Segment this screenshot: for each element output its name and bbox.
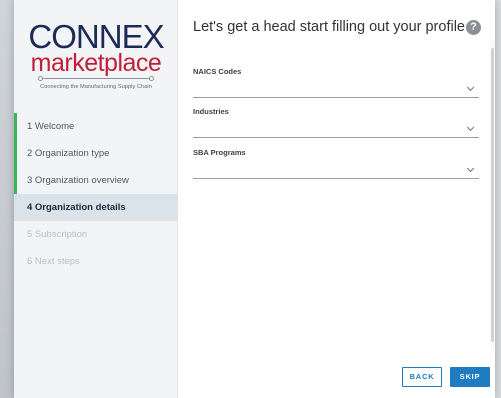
- sba-programs-field: SBA Programs: [193, 148, 479, 179]
- industries-label: Industries: [193, 107, 229, 116]
- help-icon[interactable]: ?: [466, 20, 481, 35]
- logo-brand: CONNEX: [28, 18, 164, 55]
- naics-codes-label: NAICS Codes: [193, 67, 242, 76]
- step-organization-type[interactable]: 2 Organization type: [14, 140, 178, 167]
- connex-logo: CONNEX marketplace Connecting the Manufa…: [14, 18, 178, 90]
- step-organization-details[interactable]: 4 Organization details: [14, 194, 178, 221]
- industries-field: Industries: [193, 107, 479, 138]
- step-welcome[interactable]: 1 Welcome: [14, 113, 178, 140]
- wizard-main: Let's get a head start filling out your …: [178, 0, 495, 398]
- sba-programs-label: SBA Programs: [193, 148, 246, 157]
- page-backdrop-left: [0, 0, 14, 398]
- chevron-down-icon: [466, 164, 475, 173]
- industries-select[interactable]: [193, 121, 479, 138]
- chevron-down-icon: [466, 123, 475, 132]
- sba-programs-select[interactable]: [193, 162, 479, 179]
- scrollbar-thumb[interactable]: [491, 48, 494, 342]
- wizard-steps: 1 Welcome 2 Organization type 3 Organiza…: [14, 113, 178, 275]
- step-next-steps: 6 Next steps: [27, 256, 80, 267]
- back-button[interactable]: BACK: [402, 367, 442, 387]
- onboarding-modal: CONNEX marketplace Connecting the Manufa…: [14, 0, 495, 398]
- step-subscription: 5 Subscription: [27, 229, 88, 240]
- skip-button[interactable]: SKIP: [450, 367, 490, 387]
- page-title: Let's get a head start filling out your …: [193, 19, 465, 35]
- logo-connector-icon: [38, 76, 154, 82]
- wizard-sidebar: CONNEX marketplace Connecting the Manufa…: [14, 0, 178, 398]
- logo-sub: marketplace: [30, 49, 162, 77]
- naics-codes-field: NAICS Codes: [193, 67, 479, 98]
- content-scrollbar[interactable]: [490, 40, 495, 350]
- logo-tagline: Connecting the Manufacturing Supply Chai…: [40, 84, 152, 90]
- chevron-down-icon: [466, 83, 475, 92]
- step-organization-overview[interactable]: 3 Organization overview: [14, 167, 178, 194]
- page-backdrop-right: [495, 0, 501, 398]
- naics-codes-select[interactable]: [193, 81, 479, 98]
